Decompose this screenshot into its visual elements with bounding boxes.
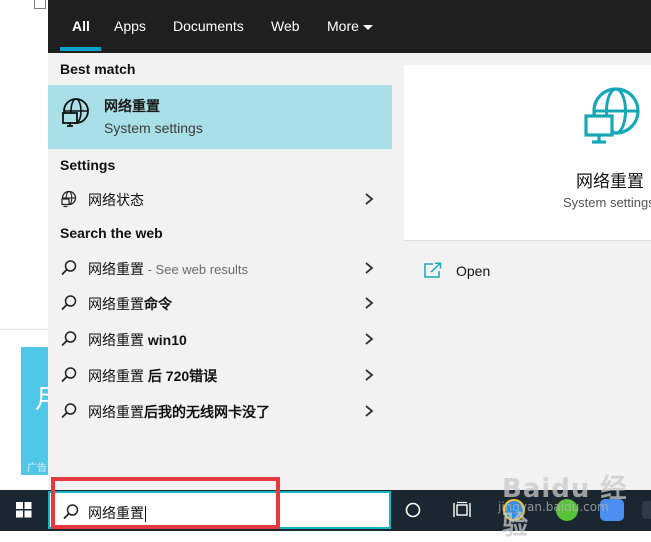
web-result-suffix: - See web results	[144, 262, 249, 277]
web-result-label: 网络重置 win10	[88, 330, 187, 350]
ad-tag: 广告	[27, 463, 47, 474]
web-result-completion: win10	[147, 332, 187, 348]
background-divider	[0, 329, 48, 330]
detail-pane: 网络重置 System settings Open	[404, 65, 651, 490]
search-icon	[61, 295, 77, 311]
globe-icon	[61, 190, 77, 208]
web-result-1[interactable]: 网络重置命令	[48, 285, 392, 321]
settings-item-label: 网络状态	[88, 192, 144, 208]
web-result-2[interactable]: 网络重置 win10	[48, 321, 392, 357]
open-action[interactable]: Open	[424, 261, 624, 283]
scope-tab-bar: All Apps Documents Web More	[48, 0, 651, 53]
search-icon	[61, 260, 77, 276]
windows-start-icon[interactable]	[0, 490, 48, 531]
results-list: Best match 网络重置 System settings Settings	[48, 53, 403, 490]
web-result-label: 网络重置后我的无线网卡没了	[88, 402, 270, 422]
best-match-title: 网络重置	[104, 98, 160, 114]
web-result-0[interactable]: 网络重置 - See web results	[48, 250, 392, 286]
watermark: Baidu 经验 jingyan.baidu.com	[492, 458, 651, 541]
web-result-completion: 命令	[144, 296, 172, 312]
web-result-label: 网络重置 - See web results	[88, 259, 248, 279]
tab-web[interactable]: Web	[271, 16, 300, 36]
ad-glyph: 月	[35, 385, 49, 415]
web-result-4[interactable]: 网络重置后我的无线网卡没了	[48, 393, 392, 429]
open-icon	[424, 262, 442, 278]
search-highlight-annotation	[51, 477, 280, 529]
chevron-right-icon[interactable]	[362, 295, 376, 311]
network-globe-icon	[62, 98, 89, 127]
web-result-3[interactable]: 网络重置 后 720错误	[48, 357, 392, 393]
tab-more-label: More	[327, 18, 359, 34]
search-web-heading: Search the web	[60, 225, 163, 241]
detail-header: 网络重置 System settings	[404, 65, 651, 240]
chevron-right-icon[interactable]	[362, 260, 376, 276]
chevron-down-icon	[362, 24, 373, 30]
web-result-query: 网络重置	[88, 404, 144, 420]
tab-all[interactable]: All	[72, 16, 90, 36]
tab-documents[interactable]: Documents	[173, 16, 244, 36]
web-result-query: 网络重置	[88, 261, 144, 277]
web-result-label: 网络重置命令	[88, 294, 172, 314]
network-globe-icon	[584, 87, 640, 144]
task-view-icon[interactable]	[453, 501, 473, 519]
web-result-completion: 后 720错误	[147, 368, 218, 384]
chevron-right-icon[interactable]	[362, 331, 376, 347]
chevron-right-icon[interactable]	[362, 403, 376, 419]
active-tab-indicator	[60, 47, 101, 51]
web-result-query: 网络重置	[88, 296, 144, 312]
settings-heading: Settings	[60, 157, 116, 173]
web-result-completion: 后我的无线网卡没了	[144, 404, 270, 420]
best-match-heading: Best match	[60, 61, 136, 77]
watermark-url: jingyan.baidu.com	[498, 500, 609, 514]
background-ad-banner[interactable]: 月 广告	[21, 347, 49, 475]
best-match-result[interactable]: 网络重置 System settings	[48, 85, 392, 149]
detail-divider	[404, 240, 651, 241]
web-result-query: 网络重置	[88, 332, 148, 348]
search-icon	[61, 367, 77, 383]
cortana-icon[interactable]	[405, 502, 421, 518]
search-icon	[61, 403, 77, 419]
detail-subtitle: System settings	[563, 195, 651, 210]
settings-item-network-status[interactable]: 网络状态	[48, 181, 392, 217]
chevron-right-icon[interactable]	[362, 367, 376, 383]
search-icon	[61, 331, 77, 347]
best-match-subtitle: System settings	[104, 120, 203, 136]
search-panel: All Apps Documents Web More Best match 网…	[48, 0, 651, 490]
page-fragment-icon	[34, 0, 46, 9]
detail-title: 网络重置	[576, 172, 644, 191]
tab-apps[interactable]: Apps	[114, 16, 146, 36]
chevron-right-icon[interactable]	[362, 191, 376, 207]
tab-more[interactable]: More	[327, 16, 373, 36]
open-label: Open	[456, 263, 491, 279]
web-result-query: 网络重置	[88, 368, 148, 384]
web-result-label: 网络重置 后 720错误	[88, 366, 217, 386]
